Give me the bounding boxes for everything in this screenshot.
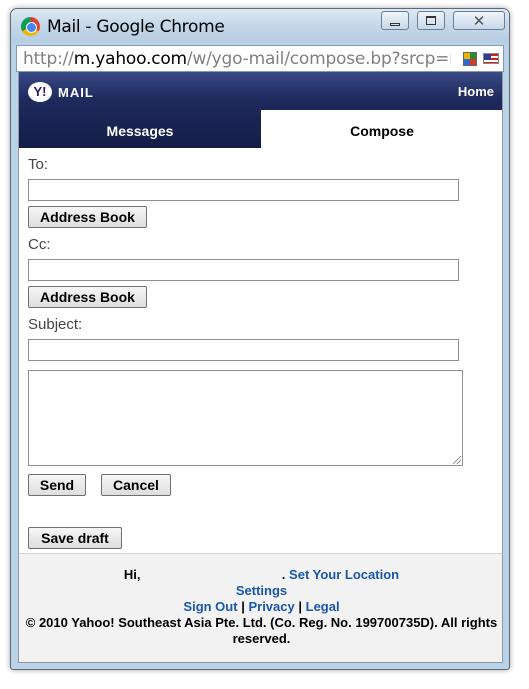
message-body-textarea[interactable]	[28, 370, 463, 466]
yahoo-header: Y! MAIL Home Messages Compose	[19, 72, 502, 148]
url-path: /w/ygo-mail/compose.bp?srcp=mes	[186, 49, 451, 69]
greeting-text: Hi,	[123, 567, 141, 582]
page-footer: Hi, . Set Your Location Settings Sign Ou…	[19, 553, 502, 662]
copyright-text: © 2010 Yahoo! Southeast Asia Pte. Ltd. (…	[25, 615, 498, 646]
yahoo-logo-icon: Y!	[28, 82, 52, 102]
sign-out-link[interactable]: Sign Out	[183, 599, 237, 614]
set-location-link[interactable]: Set Your Location	[289, 567, 399, 582]
tab-compose[interactable]: Compose	[261, 110, 502, 148]
privacy-link[interactable]: Privacy	[248, 599, 294, 614]
minimize-button[interactable]	[381, 11, 409, 30]
url-host: m.yahoo.com	[73, 49, 187, 69]
location-separator: .	[281, 567, 286, 582]
footer-separator: |	[241, 599, 245, 614]
to-address-book-button[interactable]: Address Book	[28, 206, 147, 228]
to-label: To:	[28, 156, 49, 173]
us-flag-icon[interactable]	[483, 53, 499, 64]
chrome-logo-icon	[21, 17, 40, 36]
cc-address-book-button[interactable]: Address Book	[28, 286, 147, 308]
window-title: Mail - Google Chrome	[47, 17, 225, 37]
cc-input[interactable]	[28, 259, 459, 281]
cancel-button[interactable]: Cancel	[101, 474, 171, 496]
address-bar[interactable]: http://m.yahoo.com/w/ygo-mail/compose.bp…	[16, 45, 504, 72]
settings-link[interactable]: Settings	[236, 583, 287, 598]
subject-input[interactable]	[28, 339, 459, 361]
send-button[interactable]: Send	[28, 474, 86, 496]
maximize-button[interactable]	[417, 11, 445, 30]
resize-grip-icon[interactable]	[453, 456, 461, 464]
footer-links: Sign Out | Privacy | Legal	[19, 599, 502, 614]
url-text[interactable]: http://m.yahoo.com/w/ygo-mail/compose.bp…	[23, 49, 451, 69]
yahoo-mail-logo[interactable]: Y! MAIL	[28, 82, 94, 102]
logo-text: MAIL	[58, 84, 94, 100]
footer-separator: |	[298, 599, 302, 614]
cc-label: Cc:	[28, 236, 51, 253]
page-viewport: Y! MAIL Home Messages Compose To: Addres…	[18, 71, 503, 663]
tab-messages[interactable]: Messages	[19, 110, 261, 148]
minimize-icon	[390, 22, 400, 26]
close-icon: ✕	[472, 11, 486, 30]
url-scheme: http://	[23, 49, 74, 69]
subject-label: Subject:	[28, 316, 83, 333]
settings-line: Settings	[19, 583, 502, 598]
page-action-icon[interactable]	[463, 52, 477, 66]
home-link[interactable]: Home	[458, 84, 494, 99]
legal-link[interactable]: Legal	[306, 599, 340, 614]
to-input[interactable]	[28, 179, 459, 201]
greeting-line: Hi, . Set Your Location	[19, 567, 502, 582]
close-button[interactable]: ✕	[453, 11, 505, 30]
title-bar[interactable]: Mail - Google Chrome ✕	[11, 9, 509, 43]
maximize-icon	[426, 16, 436, 25]
save-draft-button[interactable]: Save draft	[28, 527, 122, 549]
